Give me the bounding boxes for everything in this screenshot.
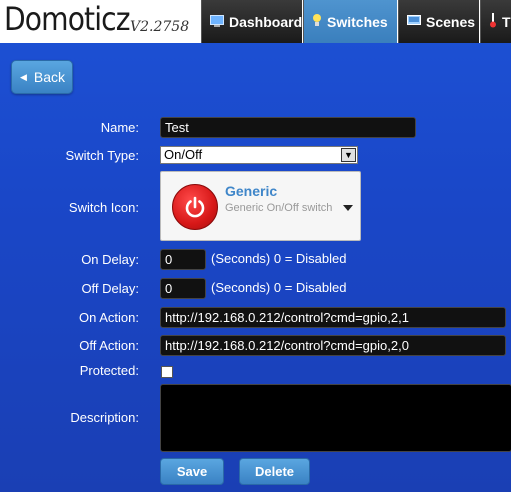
save-button[interactable]: Save [160, 458, 224, 485]
off-action-label: Off Action: [79, 338, 139, 353]
protected-checkbox[interactable] [161, 366, 173, 378]
switch-type-select[interactable]: On/Off ▼ [160, 146, 358, 164]
app-logo: Domoticz [4, 0, 131, 38]
on-delay-input[interactable]: 0 [160, 249, 206, 270]
tab-switches[interactable]: Switches [303, 0, 397, 43]
power-icon [172, 184, 218, 230]
on-action-input[interactable]: http://192.168.0.212/control?cmd=gpio,2,… [160, 307, 506, 328]
chevron-down-icon: ▼ [341, 148, 356, 162]
tab-switches-label: Switches [327, 13, 388, 30]
name-label: Name: [100, 120, 139, 135]
tab-temperature[interactable]: T [480, 0, 511, 43]
caret-down-icon [343, 205, 353, 211]
name-input[interactable]: Test [160, 117, 416, 138]
tab-dashboard[interactable]: Dashboard [201, 0, 302, 43]
app-version: V2.2758 [130, 19, 190, 35]
lightbulb-icon [312, 13, 322, 30]
description-label: Description: [70, 410, 139, 425]
switch-icon-description: Generic On/Off switch [225, 202, 333, 214]
switch-type-label: Switch Type: [65, 148, 139, 163]
switch-icon-name: Generic [225, 183, 278, 199]
off-delay-label: Off Delay: [81, 281, 139, 296]
on-delay-hint: (Seconds) 0 = Disabled [211, 251, 347, 266]
off-action-input[interactable]: http://192.168.0.212/control?cmd=gpio,2,… [160, 335, 506, 356]
tab-scenes-label: Scenes [426, 13, 476, 30]
off-delay-hint: (Seconds) 0 = Disabled [211, 280, 347, 295]
monitor-icon [210, 14, 224, 30]
on-action-label: On Action: [79, 310, 139, 325]
off-delay-input[interactable]: 0 [160, 278, 206, 299]
back-button-label: Back [33, 69, 66, 85]
on-delay-label: On Delay: [81, 252, 139, 267]
switch-icon-label: Switch Icon: [68, 200, 139, 215]
scenes-icon [407, 14, 421, 30]
protected-label: Protected: [79, 363, 139, 378]
switch-type-value: On/Off [164, 147, 203, 162]
tab-temperature-label: T [502, 13, 511, 30]
back-button[interactable]: ◀ Back [11, 60, 73, 94]
description-textarea[interactable] [160, 384, 511, 452]
tab-dashboard-label: Dashboard [229, 13, 303, 30]
switch-icon-picker[interactable]: Generic Generic On/Off switch [160, 171, 361, 241]
thermometer-icon [489, 12, 497, 31]
back-arrow-icon: ◀ [20, 71, 27, 82]
delete-button[interactable]: Delete [239, 458, 310, 485]
tab-scenes[interactable]: Scenes [398, 0, 479, 43]
